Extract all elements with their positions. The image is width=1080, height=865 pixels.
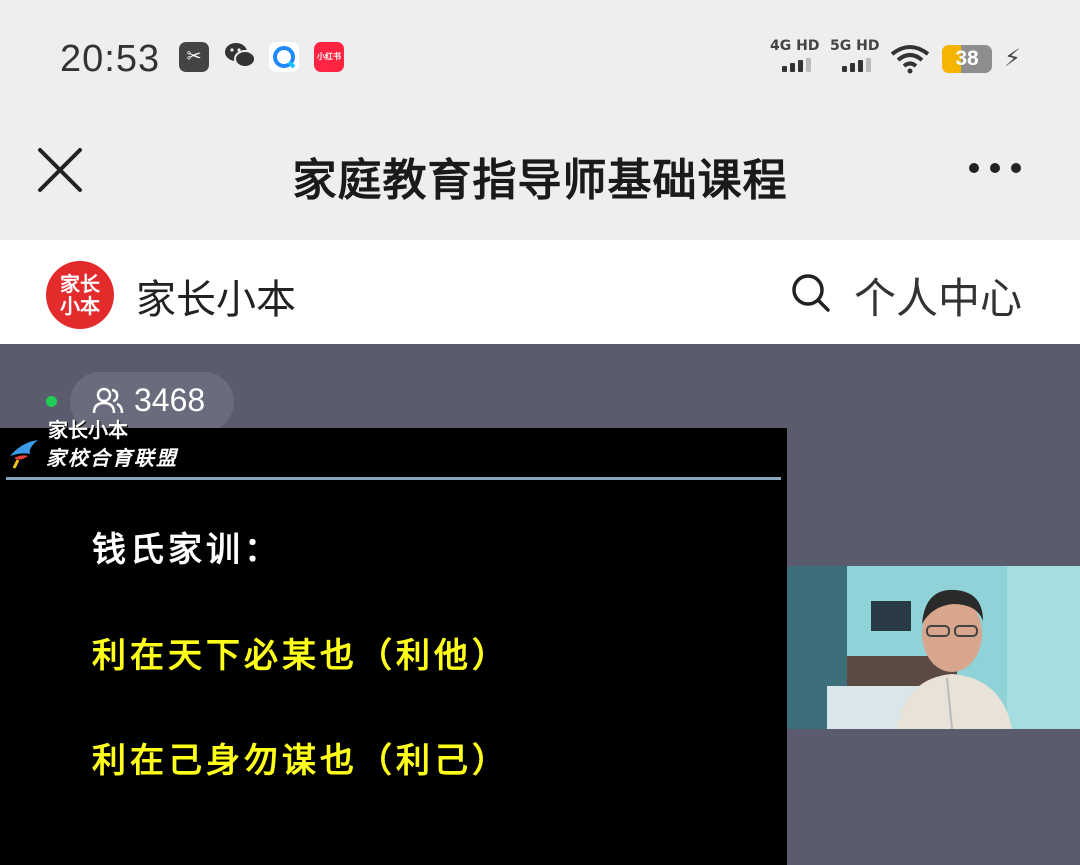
slide-line-2: 利在己身勿谋也（利己）: [92, 741, 510, 781]
slide-divider: [6, 477, 781, 480]
wechat-icon: [225, 43, 256, 68]
viewer-count: 3468: [134, 382, 206, 418]
more-options-icon[interactable]: [964, 158, 1026, 178]
brand-name[interactable]: 家长小本: [136, 267, 296, 325]
status-bar: 20:53 ✂ 小红书 4G HD 5G HD 38 ⚡: [0, 0, 1080, 120]
nav-bar: 家庭教育指导师基础课程: [0, 120, 1080, 240]
wifi-icon: [890, 45, 930, 74]
charging-icon: ⚡: [1004, 44, 1021, 72]
page-title: 家庭教育指导师基础课程: [292, 155, 788, 206]
site-header: 家长小本 家长小本 个人中心: [0, 240, 1080, 344]
speaker-camera-feed[interactable]: [787, 566, 1080, 729]
presentation-slide: 家长小本 家校合育联盟 钱氏家训： 利在天下必某也（利他） 利在己身勿谋也（利己…: [0, 418, 787, 865]
brand-logo[interactable]: 家长小本: [46, 261, 114, 329]
q-browser-icon: [269, 42, 299, 72]
battery-indicator: 38: [942, 45, 992, 73]
live-stream-area: 3468 家长小本 家校合育联盟 钱氏家训： 利在天下必某也（利他） 利在己身勿…: [0, 344, 1080, 865]
alliance-title: 家校合育联盟: [46, 446, 178, 470]
live-status-dot: [46, 396, 57, 407]
signal-5g-label: 5G HD: [830, 38, 880, 54]
search-icon[interactable]: [790, 272, 832, 314]
slide-heading: 钱氏家训：: [92, 530, 282, 570]
slide-line-1: 利在天下必某也（利他）: [92, 636, 510, 676]
logo-text: 家长小本: [60, 272, 100, 318]
battery-level: 38: [955, 47, 979, 70]
signal-4g-label: 4G HD: [770, 38, 820, 54]
personal-center-link[interactable]: 个人中心: [854, 265, 1022, 326]
users-icon: [92, 387, 124, 414]
xiaohongshu-icon: 小红书: [314, 42, 344, 72]
scissors-icon: ✂: [179, 42, 209, 72]
bird-logo-icon: [10, 440, 38, 469]
status-time: 20:53: [60, 38, 161, 80]
watermark-text: 家长小本: [48, 418, 128, 442]
speaker-video-icon: [787, 566, 1080, 729]
